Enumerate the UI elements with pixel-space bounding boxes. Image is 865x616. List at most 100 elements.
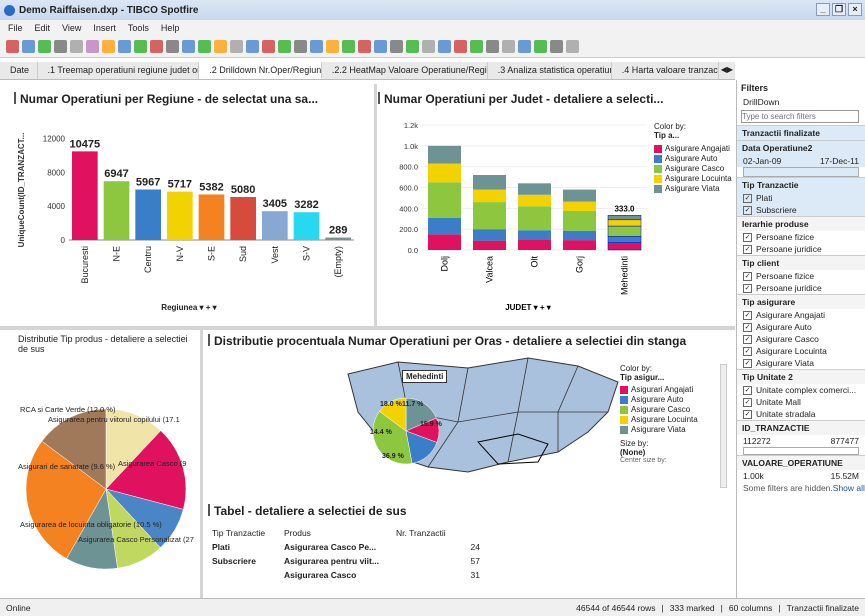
col-tip[interactable]: Tip Tranzactie [208, 526, 280, 540]
map-color-by-select[interactable]: Tip asigur... [620, 373, 698, 382]
toolbar-button-icon[interactable] [454, 40, 467, 53]
filter-tip-asigurare[interactable]: Tip asigurare [737, 294, 865, 309]
toolbar-button-icon[interactable] [166, 40, 179, 53]
legend-item[interactable]: Asigurare Auto [654, 154, 732, 164]
check-client-pf[interactable]: ✓ Persoane fizice [737, 270, 865, 282]
legend-item[interactable]: Asigurare Angajati [654, 144, 732, 154]
toolbar-button-icon[interactable] [374, 40, 387, 53]
tab-drilldown[interactable]: .2 Drilldown Nr.Oper/Regiune [199, 62, 322, 79]
tab-treemap[interactable]: .1 Treemap operatiuni regiune judet oras [38, 62, 200, 79]
toolbar-button-icon[interactable] [22, 40, 35, 53]
toolbar-button-icon[interactable] [422, 40, 435, 53]
date-slider[interactable] [743, 167, 859, 177]
tab-date[interactable]: Date [0, 62, 38, 79]
check-asig[interactable]: ✓ Asigurare Auto [737, 321, 865, 333]
menu-file[interactable]: File [8, 23, 23, 33]
toolbar-button-icon[interactable] [246, 40, 259, 53]
check-unit[interactable]: ✓ Unitate complex comerci... [737, 384, 865, 396]
toolbar-button-icon[interactable] [518, 40, 531, 53]
menu-insert[interactable]: Insert [93, 23, 116, 33]
color-by-select[interactable]: Tip a... [654, 131, 732, 140]
checkbox[interactable]: ✓ [743, 385, 752, 395]
check-subscriere[interactable]: ✓ Subscriere [737, 204, 865, 216]
tree-item-pj[interactable]: ✓ Persoane juridice [737, 243, 865, 255]
show-all-link[interactable]: Show all [833, 483, 865, 493]
toolbar-button-icon[interactable] [262, 40, 275, 53]
legend-item[interactable]: Asigurare Locuinta [620, 415, 698, 425]
checkbox[interactable]: ✓ [743, 409, 752, 419]
filter-data-op[interactable]: Data Operatiune2 [737, 140, 865, 155]
filter-search-input[interactable] [741, 110, 859, 123]
toolbar-button-icon[interactable] [86, 40, 99, 53]
checkbox[interactable]: ✓ [743, 346, 752, 356]
maximize-button[interactable]: ❒ [832, 3, 846, 16]
menu-edit[interactable]: Edit [35, 23, 51, 33]
checkbox[interactable]: ✓ [743, 244, 752, 254]
size-by-select[interactable]: (None) [620, 448, 698, 457]
toolbar-button-icon[interactable] [342, 40, 355, 53]
toolbar-button-icon[interactable] [70, 40, 83, 53]
legend-item[interactable]: Asigurare Casco [654, 164, 732, 174]
toolbar-button-icon[interactable] [294, 40, 307, 53]
check-plati[interactable]: ✓ Plati [737, 192, 865, 204]
filter-tip-tranzactie[interactable]: Tip Tranzactie [737, 177, 865, 192]
checkbox[interactable]: ✓ [743, 358, 752, 368]
menu-tools[interactable]: Tools [128, 23, 149, 33]
checkbox[interactable]: ✓ [743, 193, 752, 203]
tab-analiza[interactable]: .3 Analiza statistica operatiuni [488, 62, 612, 79]
minimize-button[interactable]: _ [816, 3, 830, 16]
filter-section[interactable]: Tranzactii finalizate [737, 125, 865, 140]
checkbox[interactable]: ✓ [743, 283, 752, 293]
toolbar-button-icon[interactable] [566, 40, 579, 53]
table-row[interactable]: Asigurarea Casco 31 [208, 568, 484, 582]
date-to[interactable]: 17-Dec-11 [820, 156, 859, 166]
tree-item-pf[interactable]: ✓ Persoane fizice [737, 231, 865, 243]
menu-help[interactable]: Help [161, 23, 180, 33]
legend-item[interactable]: Asigurare Viata [654, 184, 732, 194]
toolbar-button-icon[interactable] [150, 40, 163, 53]
checkbox[interactable]: ✓ [743, 205, 752, 215]
toolbar-button-icon[interactable] [502, 40, 515, 53]
legend-item[interactable]: Asigurare Auto [620, 395, 698, 405]
checkbox[interactable]: ✓ [743, 322, 752, 332]
legend-item[interactable]: Asigurari Angajati [620, 385, 698, 395]
toolbar-button-icon[interactable] [550, 40, 563, 53]
check-asig[interactable]: ✓ Asigurare Viata [737, 357, 865, 369]
col-nr[interactable]: Nr. Tranzactii [392, 526, 484, 540]
toolbar-button-icon[interactable] [6, 40, 19, 53]
toolbar-button-icon[interactable] [182, 40, 195, 53]
table-row[interactable]: Plati Asigurarea Casco Pe... 24 [208, 540, 484, 554]
toolbar-button-icon[interactable] [54, 40, 67, 53]
id-slider[interactable] [743, 447, 859, 455]
legend-item[interactable]: Asigurare Casco [620, 405, 698, 415]
toolbar-button-icon[interactable] [358, 40, 371, 53]
check-client-pj[interactable]: ✓ Persoane juridice [737, 282, 865, 294]
filter-ierarhie[interactable]: Ierarhie produse [737, 216, 865, 231]
col-produs[interactable]: Produs [280, 526, 392, 540]
legend-item[interactable]: Asigurare Locuinta [654, 174, 732, 184]
toolbar-button-icon[interactable] [118, 40, 131, 53]
toolbar-button-icon[interactable] [390, 40, 403, 53]
checkbox[interactable]: ✓ [743, 271, 752, 281]
check-asig[interactable]: ✓ Asigurare Locuinta [737, 345, 865, 357]
checkbox[interactable]: ✓ [743, 334, 752, 344]
toolbar-button-icon[interactable] [230, 40, 243, 53]
checkbox[interactable]: ✓ [743, 232, 752, 242]
toolbar-button-icon[interactable] [278, 40, 291, 53]
check-unit[interactable]: ✓ Unitate Mall [737, 396, 865, 408]
toolbar-button-icon[interactable] [214, 40, 227, 53]
close-button[interactable]: × [848, 3, 862, 16]
table-row[interactable]: Subscriere Asigurarea pentru viit... 57 [208, 554, 484, 568]
toolbar-button-icon[interactable] [326, 40, 339, 53]
map-scrollbar[interactable] [720, 364, 727, 488]
toolbar-button-icon[interactable] [310, 40, 323, 53]
toolbar-button-icon[interactable] [486, 40, 499, 53]
date-from[interactable]: 02-Jan-09 [743, 156, 781, 166]
legend-item[interactable]: Asigurare Viata [620, 425, 698, 435]
toolbar-button-icon[interactable] [38, 40, 51, 53]
filter-tip-client[interactable]: Tip client [737, 255, 865, 270]
check-asig[interactable]: ✓ Asigurare Casco [737, 333, 865, 345]
tab-heatmap[interactable]: .2.2 HeatMap Valoare Operatiune/Regiuni [322, 62, 488, 79]
toolbar-button-icon[interactable] [102, 40, 115, 53]
toolbar-button-icon[interactable] [438, 40, 451, 53]
